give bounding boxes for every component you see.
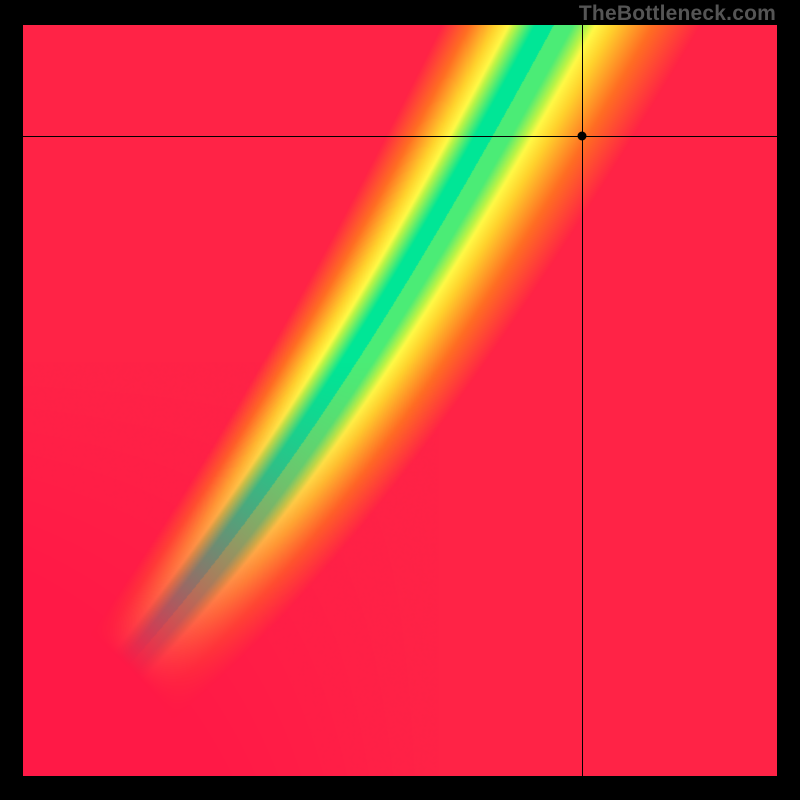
- chart-frame: TheBottleneck.com: [0, 0, 800, 800]
- heatmap-plot[interactable]: [23, 25, 777, 776]
- heatmap-canvas: [23, 25, 777, 776]
- watermark-label: TheBottleneck.com: [579, 2, 776, 26]
